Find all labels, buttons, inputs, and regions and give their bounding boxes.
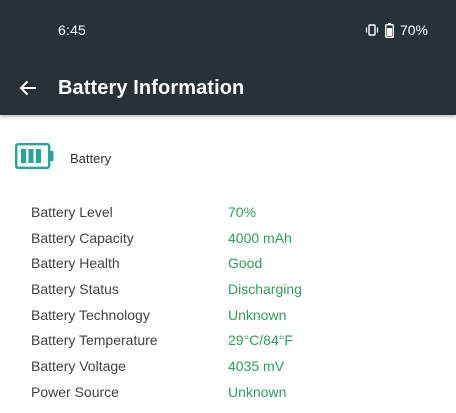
info-row-status: Battery Status Discharging	[31, 276, 431, 302]
info-row-technology: Battery Technology Unknown	[31, 302, 431, 328]
info-value: 4000 mAh	[228, 229, 292, 246]
screen: 6:45 70% Battery Information Battery Bat…	[0, 0, 456, 413]
info-label: Battery Voltage	[31, 357, 126, 374]
info-value: Unknown	[228, 383, 287, 400]
app-bar: Battery Information	[0, 64, 456, 115]
info-label: Battery Technology	[31, 306, 150, 323]
vibrate-icon	[365, 24, 379, 36]
info-row-power-source: Power Source Unknown	[31, 379, 431, 405]
info-row-temperature: Battery Temperature 29°C/84°F	[31, 327, 431, 353]
info-label: Battery Health	[31, 255, 120, 272]
page-title: Battery Information	[58, 77, 245, 99]
battery-section-header: Battery	[15, 143, 111, 174]
info-value: 29°C/84°F	[228, 332, 293, 349]
status-icons: 70%	[365, 22, 428, 38]
info-row-capacity: Battery Capacity 4000 mAh	[31, 225, 431, 251]
back-button[interactable]	[14, 76, 42, 104]
info-label: Battery Status	[31, 280, 119, 297]
status-time: 6:45	[58, 22, 87, 38]
info-value: 4035 mV	[228, 357, 285, 374]
info-value: Discharging	[228, 280, 302, 297]
info-label: Battery Temperature	[31, 332, 158, 349]
info-value: Good	[228, 255, 263, 272]
info-row-level: Battery Level 70%	[31, 199, 431, 225]
arrow-back-icon	[18, 78, 38, 103]
status-bar: 6:45 70%	[0, 0, 456, 64]
info-label: Battery Capacity	[31, 229, 134, 246]
info-value: 70%	[228, 203, 257, 220]
battery-icon	[384, 22, 394, 38]
battery-full-icon	[15, 143, 55, 174]
battery-section-label: Battery	[70, 151, 112, 166]
info-row-health: Battery Health Good	[31, 250, 431, 276]
info-value: Unknown	[228, 306, 287, 323]
info-label: Power Source	[31, 383, 119, 400]
battery-info-list: Battery Level 70% Battery Capacity 4000 …	[31, 199, 431, 405]
status-battery-percent: 70%	[399, 22, 428, 38]
info-label: Battery Level	[31, 203, 113, 220]
info-row-voltage: Battery Voltage 4035 mV	[31, 353, 431, 379]
